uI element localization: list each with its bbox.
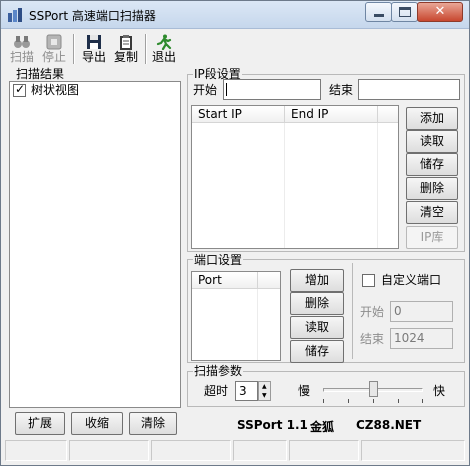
- column-gridline: [284, 123, 285, 248]
- ip-end-label: 结束: [329, 83, 354, 97]
- port-delete-button[interactable]: 删除: [290, 292, 344, 315]
- tree-view-checkbox[interactable]: [13, 82, 26, 97]
- port-end-label: 结束: [360, 332, 385, 346]
- maximize-icon: [399, 7, 411, 17]
- toolbar-separator: [145, 34, 147, 64]
- maximize-button[interactable]: [391, 2, 418, 22]
- main-window: SSPort 高速端口扫描器 ✕ 扫描 停止 导出 复制 退出 扫描结果 ✓ 树…: [0, 0, 470, 466]
- port-group-label: 端口设置: [193, 253, 244, 267]
- status-cell: [361, 440, 465, 461]
- slider-tick: [373, 399, 374, 403]
- close-icon: ✕: [434, 4, 446, 19]
- minimize-icon: [374, 14, 384, 17]
- status-cell: [289, 440, 359, 461]
- product-version: SSPort 1.1: [237, 418, 308, 432]
- ip-save-button[interactable]: 储存: [406, 153, 458, 176]
- status-cell: [233, 440, 287, 461]
- site-name: CZ88.NET: [356, 418, 422, 432]
- title-bar[interactable]: SSPort 高速端口扫描器 ✕: [1, 1, 469, 29]
- slider-tick: [398, 399, 399, 403]
- save-disk-icon: [87, 35, 101, 49]
- results-tree[interactable]: 树状视图: [9, 81, 181, 408]
- status-cell: [5, 440, 67, 461]
- params-group-label: 扫描参数: [193, 364, 244, 378]
- port-add-button[interactable]: 增加: [290, 269, 344, 292]
- ip-read-button[interactable]: 读取: [406, 130, 458, 153]
- copy-tool-label: 复制: [113, 50, 138, 64]
- clear-results-button[interactable]: 清除: [129, 412, 177, 435]
- binoculars-icon: [14, 36, 30, 48]
- collapse-button[interactable]: 收缩: [71, 412, 123, 435]
- spin-down-icon[interactable]: ▼: [262, 393, 267, 399]
- stop-icon: [46, 34, 62, 50]
- port-save-button[interactable]: 储存: [290, 340, 344, 363]
- slider-tick: [323, 399, 324, 403]
- port-divider: [352, 263, 353, 359]
- timeout-spinner[interactable]: ▲ ▼: [258, 381, 271, 401]
- running-man-icon: [156, 34, 172, 50]
- copy-tool-button[interactable]: 复制: [111, 32, 141, 68]
- ip-add-button[interactable]: 添加: [406, 107, 458, 130]
- app-icon: [8, 8, 22, 22]
- author-name: 金狐: [310, 420, 335, 434]
- column-gridline: [377, 123, 378, 248]
- toolbar-separator: [73, 34, 75, 64]
- minimize-button[interactable]: [365, 2, 392, 22]
- custom-port-label: 自定义端口: [381, 273, 442, 287]
- scan-tool-label: 扫描: [9, 50, 34, 64]
- ip-end-input[interactable]: [358, 79, 460, 100]
- speed-slider-thumb[interactable]: [368, 381, 378, 397]
- ip-clear-button[interactable]: 清空: [406, 201, 458, 224]
- spin-up-icon[interactable]: ▲: [262, 384, 267, 390]
- window-title: SSPort 高速端口扫描器: [29, 9, 156, 23]
- stop-tool-button[interactable]: 停止: [39, 32, 69, 68]
- status-bar: [1, 438, 469, 465]
- custom-port-checkbox[interactable]: [362, 274, 375, 287]
- text-caret: [226, 83, 227, 96]
- port-read-button[interactable]: 读取: [290, 316, 344, 339]
- ip-start-label: 开始: [193, 83, 218, 97]
- port-start-input[interactable]: 0: [390, 301, 453, 322]
- results-group-label: 扫描结果: [15, 67, 66, 81]
- column-gridline: [257, 289, 258, 360]
- fast-label: 快: [433, 384, 446, 398]
- tree-view-label: 树状视图: [31, 83, 80, 97]
- clipboard-icon: [120, 35, 132, 50]
- ip-delete-button[interactable]: 删除: [406, 177, 458, 200]
- timeout-label: 超时: [204, 384, 229, 398]
- column-header-filler: [258, 272, 280, 289]
- column-header-end-ip[interactable]: End IP: [285, 106, 378, 123]
- export-tool-button[interactable]: 导出: [79, 32, 109, 68]
- toolbar: 扫描 停止 导出 复制 退出: [1, 30, 469, 68]
- ip-range-list[interactable]: Start IP End IP: [191, 105, 399, 249]
- port-list[interactable]: Port: [191, 271, 281, 361]
- port-start-label: 开始: [360, 305, 385, 319]
- stop-tool-label: 停止: [41, 50, 66, 64]
- ip-library-button[interactable]: IP库: [406, 226, 458, 249]
- status-cell: [151, 440, 231, 461]
- column-header-port[interactable]: Port: [192, 272, 258, 289]
- export-tool-label: 导出: [81, 50, 106, 64]
- slider-tick: [348, 399, 349, 403]
- column-header-start-ip[interactable]: Start IP: [192, 106, 285, 123]
- exit-tool-button[interactable]: 退出: [149, 32, 179, 68]
- timeout-input[interactable]: 3: [235, 381, 258, 401]
- status-cell: [69, 440, 149, 461]
- scan-tool-button[interactable]: 扫描: [7, 32, 37, 68]
- port-end-input[interactable]: 1024: [390, 328, 453, 349]
- ip-start-input[interactable]: [223, 79, 321, 100]
- close-button[interactable]: ✕: [417, 2, 463, 22]
- column-header-filler: [378, 106, 398, 123]
- slow-label: 慢: [298, 384, 311, 398]
- exit-tool-label: 退出: [151, 50, 176, 64]
- expand-button[interactable]: 扩展: [15, 412, 65, 435]
- slider-tick: [422, 399, 423, 403]
